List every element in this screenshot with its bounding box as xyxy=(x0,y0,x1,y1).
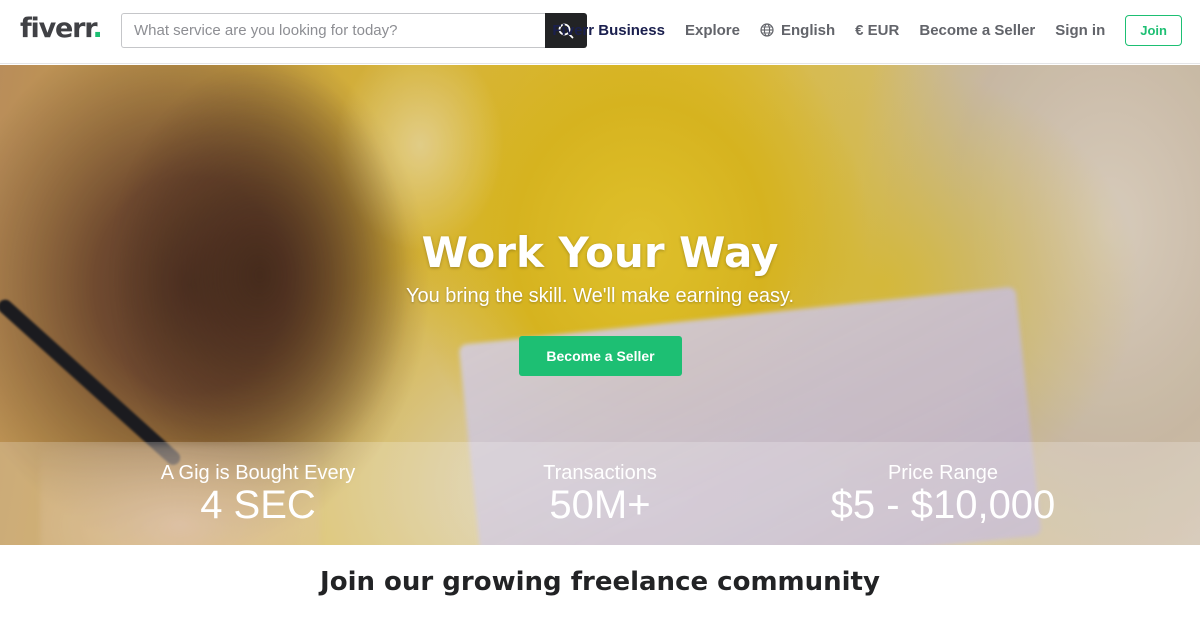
stat-label: Price Range xyxy=(887,462,999,484)
stat-value: $5 - $10,000 xyxy=(830,483,1056,527)
join-button[interactable]: Join xyxy=(1125,14,1182,46)
search-input[interactable] xyxy=(121,13,545,48)
logo-dot: . xyxy=(92,13,103,44)
top-nav: Fiverr Business Explore English € EUR Be… xyxy=(552,14,1182,46)
nav-sign-in[interactable]: Sign in xyxy=(1055,22,1105,39)
stat-label: Transactions xyxy=(543,462,657,484)
nav-fiverr-business[interactable]: Fiverr Business xyxy=(552,22,665,39)
stat-value: 50M+ xyxy=(549,483,651,527)
community-section: Join our growing freelance community xyxy=(0,545,1200,620)
stat-label: A Gig is Bought Every xyxy=(160,462,356,484)
logo-text: fiverr xyxy=(20,13,94,44)
globe-icon xyxy=(760,23,774,37)
stat-value: 4 SEC xyxy=(200,483,316,527)
hero-title: Work Your Way xyxy=(421,228,779,277)
nav-explore[interactable]: Explore xyxy=(685,22,740,39)
nav-currency[interactable]: € EUR xyxy=(855,22,899,39)
nav-language-label: English xyxy=(781,21,836,39)
community-title: Join our growing freelance community xyxy=(320,567,880,597)
stat-transactions: Transactions 50M+ xyxy=(480,442,720,526)
hero-subtitle: You bring the skill. We'll make earning … xyxy=(405,285,795,307)
top-header: fiverr. Fiverr Business Explore Engl xyxy=(0,0,1200,64)
search-bar xyxy=(121,13,587,48)
nav-become-seller[interactable]: Become a Seller xyxy=(919,22,1035,39)
hero-banner: Work Your Way You bring the skill. We'll… xyxy=(0,65,1200,545)
stat-gig-frequency: A Gig is Bought Every 4 SEC xyxy=(138,442,378,526)
stat-price-range: Price Range $5 - $10,000 xyxy=(803,442,1083,526)
fiverr-logo[interactable]: fiverr. xyxy=(20,13,103,44)
become-seller-button[interactable]: Become a Seller xyxy=(519,336,682,376)
stats-bar: A Gig is Bought Every 4 SEC Transactions… xyxy=(0,442,1200,545)
nav-language[interactable]: English xyxy=(760,22,835,39)
